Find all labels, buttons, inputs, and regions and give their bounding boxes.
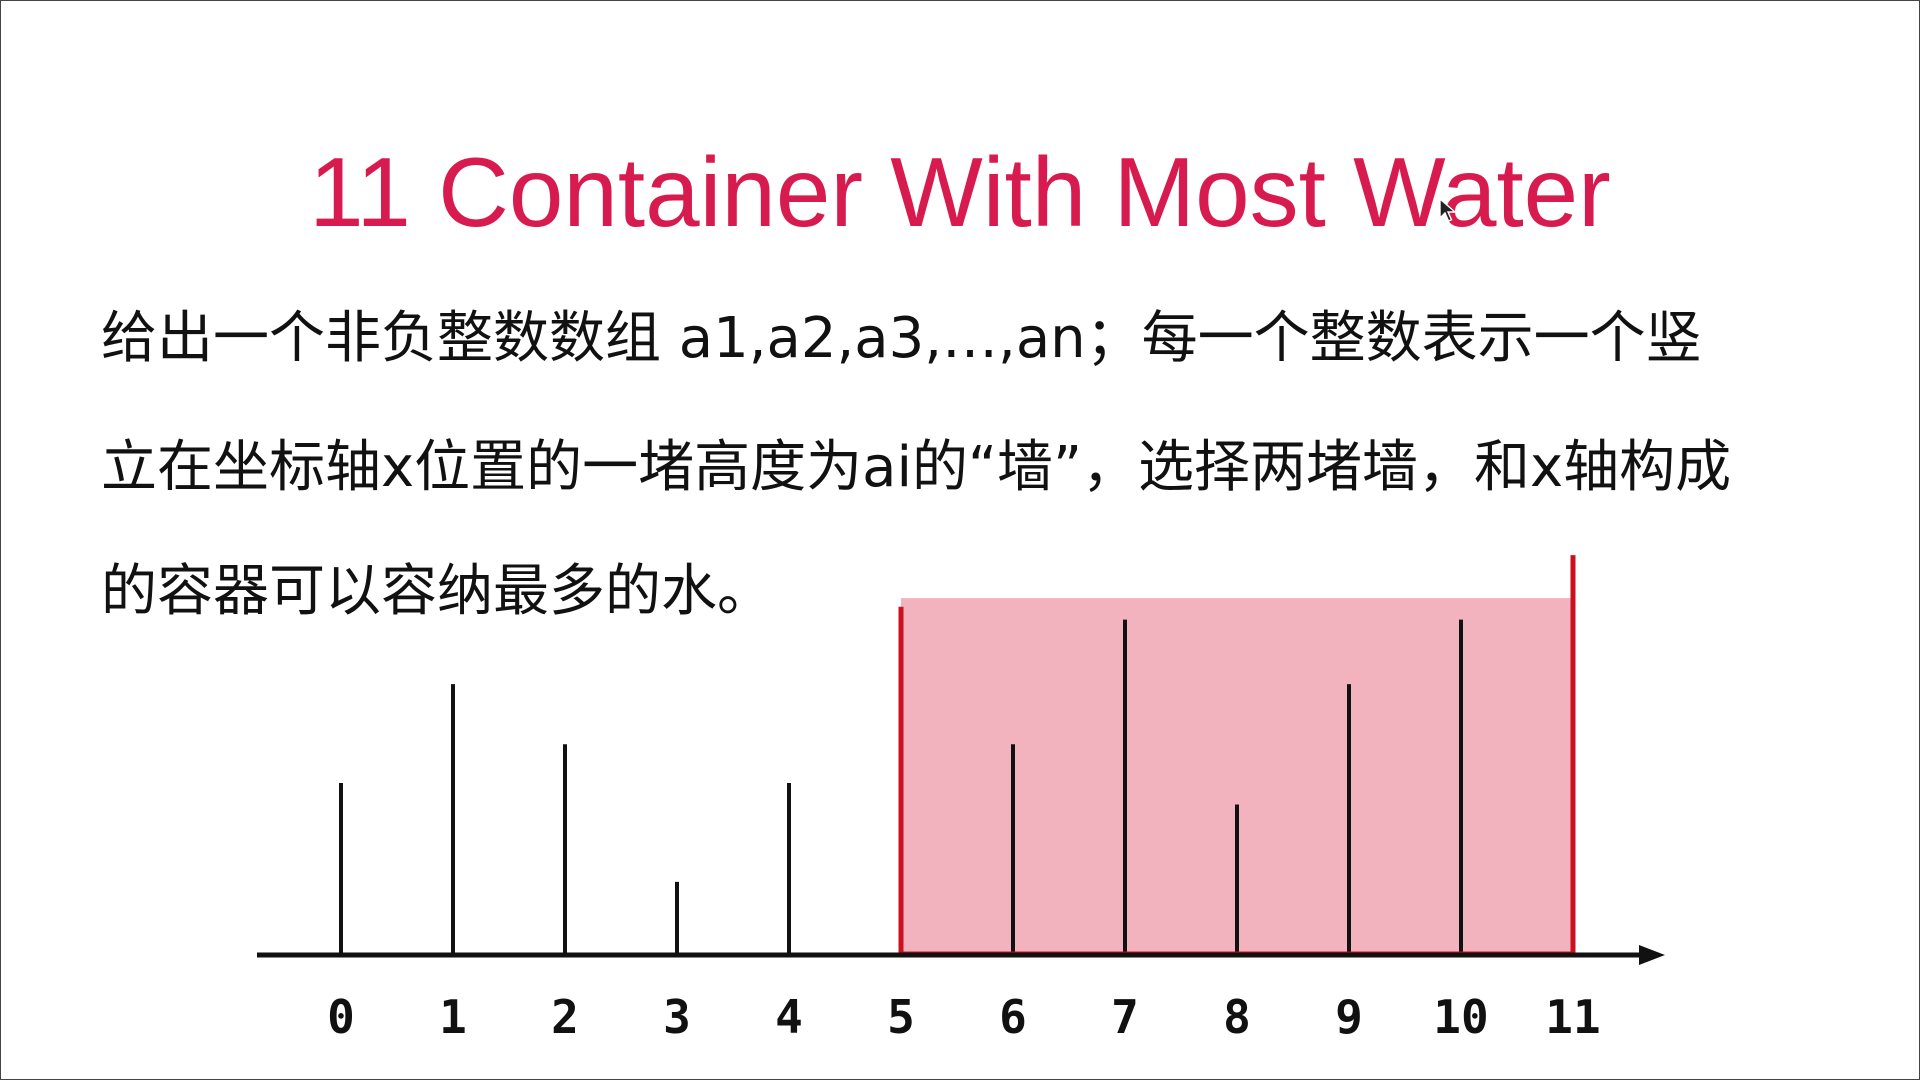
tick-label-3: 3 (663, 990, 691, 1044)
mouse-pointer-icon (1439, 198, 1457, 222)
tick-label-8: 8 (1223, 990, 1251, 1044)
tick-label-4: 4 (775, 990, 803, 1044)
tick-label-6: 6 (999, 990, 1027, 1044)
tick-label-5: 5 (887, 990, 915, 1044)
tick-label-0: 0 (327, 990, 355, 1044)
tick-label-9: 9 (1335, 990, 1363, 1044)
tick-label-2: 2 (551, 990, 579, 1044)
tick-label-11: 11 (1545, 990, 1600, 1044)
tick-label-10: 10 (1433, 990, 1488, 1044)
tick-label-7: 7 (1111, 990, 1139, 1044)
tick-label-1: 1 (439, 990, 467, 1044)
slide: 11 Container With Most Water 给出一个非负整数数组 … (0, 0, 1920, 1080)
water-container-chart: 0 1 2 3 4 5 6 7 8 9 10 11 (257, 555, 1665, 1044)
x-axis-arrowhead (1639, 945, 1665, 965)
